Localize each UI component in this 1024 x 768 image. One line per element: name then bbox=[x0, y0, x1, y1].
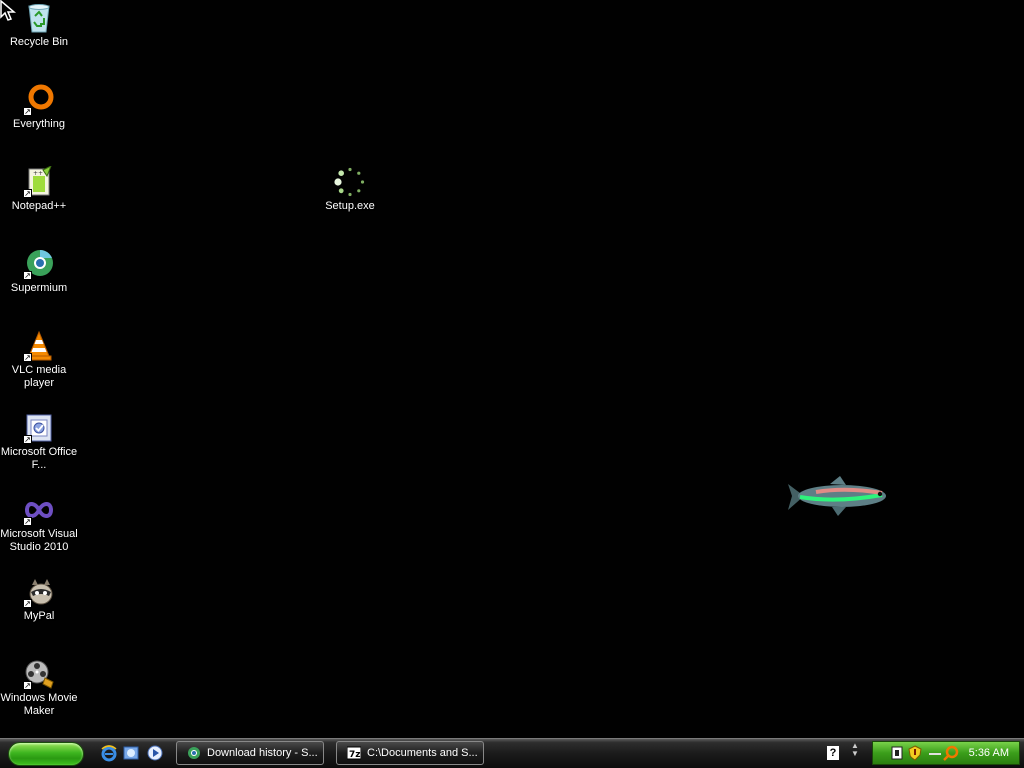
taskbar-task-download-history[interactable]: Download history - S... bbox=[176, 741, 324, 765]
desktop-icon-label: Microsoft Office F... bbox=[0, 446, 78, 471]
desktop-icon-label: Windows Movie Maker bbox=[0, 692, 78, 717]
supermium-browser-icon bbox=[188, 747, 200, 759]
7zip-icon: 7z bbox=[347, 746, 361, 760]
media-player-icon[interactable] bbox=[146, 744, 164, 762]
mypal-raccoon-icon: ↗ bbox=[23, 576, 55, 608]
shortcut-arrow-icon: ↗ bbox=[23, 271, 32, 280]
fish-icon bbox=[788, 476, 886, 516]
task-label: Download history - S... bbox=[207, 747, 318, 759]
desktop-icon-visual-studio-2010[interactable]: ↗ Microsoft Visual Studio 2010 bbox=[0, 494, 78, 554]
desktop-icon-office-file-validation[interactable]: ↗ Microsoft Office F... bbox=[0, 412, 78, 472]
network-connection-icon[interactable] bbox=[927, 745, 943, 761]
shortcut-arrow-icon: ↗ bbox=[23, 517, 32, 526]
desktop-icon-label: Microsoft Visual Studio 2010 bbox=[0, 528, 78, 553]
taskbar: Download history - S... 7z C:\Documents … bbox=[0, 738, 1024, 768]
system-tray: 5:36 AM bbox=[872, 741, 1020, 765]
shortcut-arrow-icon: ↗ bbox=[23, 189, 32, 198]
desktop-icon-label: Notepad++ bbox=[11, 200, 67, 212]
internet-explorer-icon[interactable] bbox=[100, 744, 118, 762]
show-desktop-icon[interactable] bbox=[122, 744, 140, 762]
desktop-icon-setup-exe[interactable]: Setup.exe bbox=[311, 166, 389, 213]
movie-maker-icon: ↗ bbox=[23, 658, 55, 690]
office-file-validation-icon: ↗ bbox=[23, 412, 55, 444]
desktop-icon-everything[interactable]: ↗ Everything bbox=[0, 84, 78, 131]
task-label: C:\Documents and S... bbox=[367, 747, 478, 759]
desktop-icon-vlc[interactable]: ↗ VLC media player bbox=[0, 330, 78, 390]
visual-studio-icon: ↗ bbox=[23, 494, 55, 526]
vlc-cone-icon: ↗ bbox=[23, 330, 55, 362]
loading-spinner-icon bbox=[334, 166, 366, 198]
security-shield-icon[interactable] bbox=[907, 745, 923, 761]
desktop-icon-notepad-plus-plus[interactable]: ++ ↗ Notepad++ bbox=[0, 164, 78, 213]
desktop-icon-label: Recycle Bin bbox=[9, 36, 69, 48]
desktop-icon-recycle-bin[interactable]: Recycle Bin bbox=[0, 2, 78, 49]
desktop[interactable]: Recycle Bin ↗ Everything ++ ↗ Notepad++ bbox=[0, 0, 1024, 738]
desktop-icon-windows-movie-maker[interactable]: ↗ Windows Movie Maker bbox=[0, 658, 78, 718]
desktop-icon-label: VLC media player bbox=[11, 364, 67, 389]
everything-search-icon: ↗ bbox=[23, 84, 55, 116]
system-clock[interactable]: 5:36 AM bbox=[969, 742, 1009, 764]
desktop-icon-label: Everything bbox=[13, 118, 65, 130]
shortcut-arrow-icon: ↗ bbox=[23, 681, 32, 690]
usb-device-icon[interactable] bbox=[889, 745, 905, 761]
everything-search-icon[interactable] bbox=[943, 745, 959, 761]
help-icon[interactable]: ? bbox=[827, 746, 839, 760]
desktop-icon-label: MyPal bbox=[23, 610, 55, 622]
supermium-browser-icon: ↗ bbox=[23, 248, 55, 280]
shortcut-arrow-icon: ↗ bbox=[23, 353, 32, 362]
start-button[interactable] bbox=[8, 742, 84, 766]
shortcut-arrow-icon: ↗ bbox=[23, 107, 32, 116]
tray-expand-chevron-icon[interactable]: ▲ ▼ bbox=[850, 742, 860, 764]
svg-text:7z: 7z bbox=[349, 750, 361, 760]
shortcut-arrow-icon: ↗ bbox=[23, 435, 32, 444]
desktop-icon-mypal[interactable]: ↗ MyPal bbox=[0, 576, 78, 623]
notepad-plus-plus-icon: ++ ↗ bbox=[23, 164, 55, 198]
taskbar-task-documents-and-settings[interactable]: 7z C:\Documents and S... bbox=[336, 741, 484, 765]
shortcut-arrow-icon: ↗ bbox=[23, 599, 32, 608]
desktop-icon-label: Setup.exe bbox=[325, 200, 375, 212]
svg-text:++: ++ bbox=[33, 170, 43, 177]
desktop-icon-supermium[interactable]: ↗ Supermium bbox=[0, 248, 78, 295]
recycle-bin-icon bbox=[23, 2, 55, 34]
desktop-icon-label: Supermium bbox=[10, 282, 68, 294]
